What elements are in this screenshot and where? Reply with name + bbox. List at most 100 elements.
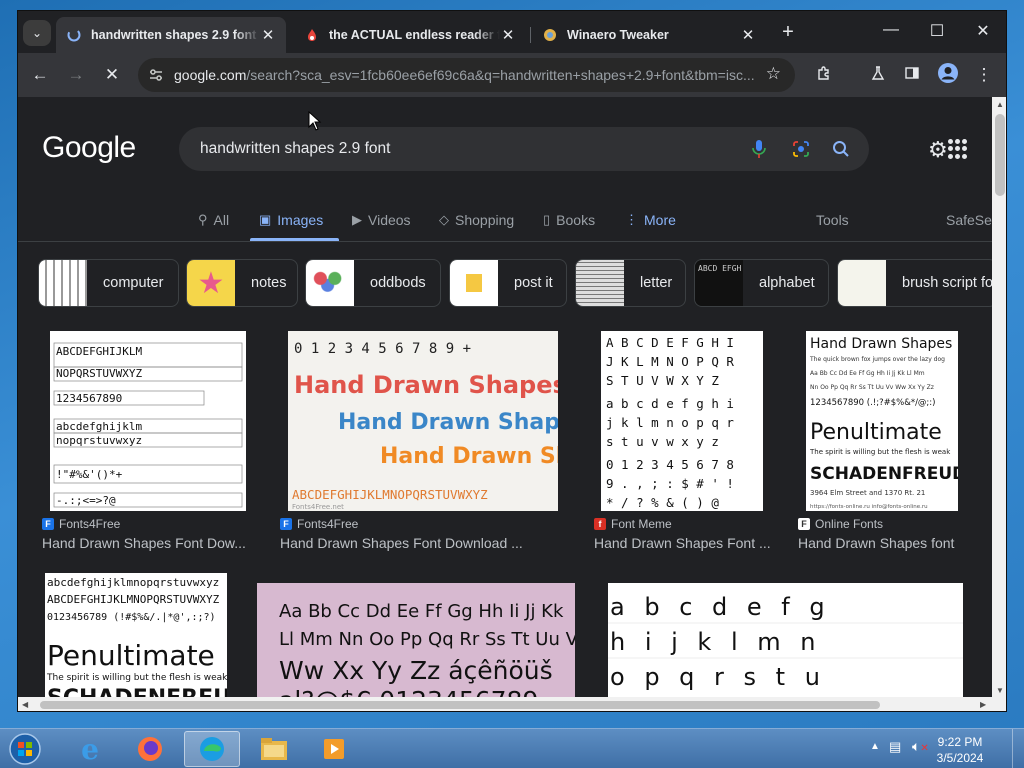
site-info-icon[interactable] xyxy=(146,65,166,85)
scrollbar-thumb[interactable] xyxy=(995,114,1005,196)
flask-icon xyxy=(870,65,886,86)
taskbar-firefox[interactable] xyxy=(122,731,178,767)
image-result[interactable]: abcdefghijklmnopqrstuvwxyz ABCDEFGHIJKLM… xyxy=(42,573,232,697)
chip-label: computer xyxy=(103,275,164,291)
close-tab-icon[interactable]: ✕ xyxy=(260,26,276,44)
horizontal-scrollbar[interactable]: ◀ ▶ xyxy=(18,697,1006,711)
lens-camera-icon[interactable] xyxy=(789,137,813,161)
taskbar-media-player[interactable] xyxy=(306,731,362,767)
specimen-line: https://fonts-online.ru info@fonts-onlin… xyxy=(810,504,928,510)
scroll-right-icon[interactable]: ▶ xyxy=(980,700,986,709)
glyph-row: 1234567890 xyxy=(56,392,122,405)
glyph-row: NOPQRSTUVWXYZ xyxy=(56,367,142,380)
labs-button[interactable] xyxy=(864,61,892,89)
tab-endless-reader[interactable]: the ACTUAL endless reader font ✕ xyxy=(294,17,526,53)
result-caption[interactable]: Hand Drawn Shapes Font ... xyxy=(594,535,774,551)
taskbar: e ▲ ▤ 🔈︎✕ 9:22 PM 3/5/2024 xyxy=(0,728,1024,768)
taskbar-edge[interactable] xyxy=(184,731,240,767)
vertical-scrollbar[interactable]: ▲ ▼ xyxy=(992,97,1006,697)
nav-videos[interactable]: ▶ Videos xyxy=(352,209,411,231)
scroll-left-icon[interactable]: ◀ xyxy=(22,700,28,709)
show-hidden-icons-icon[interactable]: ▲ xyxy=(870,741,880,752)
result-caption[interactable]: Hand Drawn Shapes Font Download ... xyxy=(280,535,550,551)
scrollbar-thumb[interactable] xyxy=(40,701,880,709)
image-result[interactable]: 0 1 2 3 4 5 6 7 8 9 + Hand Drawn Shapes … xyxy=(280,331,570,553)
tab-google-search[interactable]: handwritten shapes 2.9 font - Google Sea… xyxy=(56,17,286,53)
taskbar-explorer[interactable] xyxy=(246,731,302,767)
glyph-row: s t u v w x y z xyxy=(606,434,719,449)
nav-label: More xyxy=(644,212,676,228)
nav-shopping[interactable]: ◇ Shopping xyxy=(439,209,514,231)
google-apps-icon[interactable] xyxy=(948,139,968,159)
scroll-up-icon[interactable]: ▲ xyxy=(996,100,1004,109)
system-clock[interactable]: 9:22 PM 3/5/2024 xyxy=(936,734,984,766)
tab-title: the ACTUAL endless reader font xyxy=(329,28,500,42)
tab-search-button[interactable]: ⌄ xyxy=(23,20,51,46)
flame-icon xyxy=(304,27,320,43)
chip-oddbods[interactable]: oddbods xyxy=(305,259,441,307)
tab-winaero[interactable]: Winaero Tweaker ✕ xyxy=(532,17,766,53)
chip-thumbnail: ABCD EFGH IJKL MNOP xyxy=(695,260,743,306)
stop-loading-button[interactable]: ✕ xyxy=(98,61,126,89)
result-caption[interactable]: Hand Drawn Shapes Font Dow... xyxy=(42,535,250,551)
close-window-button[interactable]: ✕ xyxy=(960,21,1006,43)
glyph-grid-image: ABCDEFGHIJKLM NOPQRSTUVWXYZ 1234567890 a… xyxy=(53,342,243,508)
new-tab-button[interactable]: + xyxy=(776,21,800,45)
chip-brush-script[interactable]: brush script fo xyxy=(837,259,992,307)
nav-more[interactable]: ⋮ More xyxy=(625,209,676,231)
close-tab-icon[interactable]: ✕ xyxy=(740,26,756,44)
show-desktop-button[interactable] xyxy=(1012,729,1024,768)
browser-toolbar: ← → ✕ google.com/search?sca_esv=1fcb60ee… xyxy=(18,53,1006,97)
side-panel-button[interactable] xyxy=(898,61,926,89)
search-icon[interactable] xyxy=(829,137,853,161)
image-icon: ▣ xyxy=(259,212,272,227)
google-logo[interactable]: Google xyxy=(42,131,136,165)
search-box[interactable]: handwritten shapes 2.9 font xyxy=(179,127,869,171)
chip-alphabet[interactable]: ABCD EFGH IJKL MNOP alphabet xyxy=(694,259,829,307)
arrow-left-icon: ← xyxy=(31,65,49,84)
nav-safesearch[interactable]: SafeSe xyxy=(946,209,992,231)
start-button[interactable] xyxy=(0,731,50,767)
nav-images[interactable]: ▣ Images xyxy=(259,209,323,231)
image-result[interactable]: ABCDEFGHIJKLM NOPQRSTUVWXYZ 1234567890 a… xyxy=(42,331,256,553)
extensions-button[interactable] xyxy=(810,61,838,89)
chip-post-it[interactable]: post it xyxy=(449,259,567,307)
result-caption[interactable]: Hand Drawn Shapes font xyxy=(798,535,983,551)
glyph-row: j k l m n o p q r xyxy=(606,415,734,430)
profile-button[interactable] xyxy=(934,61,962,89)
minimize-button[interactable]: — xyxy=(868,21,914,43)
specimen-line: 0123456789 (!#$%&/.|*@',:;?) xyxy=(47,612,216,623)
result-thumbnail: 0 1 2 3 4 5 6 7 8 9 + Hand Drawn Shapes … xyxy=(288,331,558,511)
scroll-down-icon[interactable]: ▼ xyxy=(996,686,1004,695)
chip-notes[interactable]: ★ notes xyxy=(186,259,298,307)
preview-alphabet: ABCDEFGHIJKLMNOPQRSTUVWXYZ xyxy=(292,487,488,502)
clock-time: 9:22 PM xyxy=(937,735,983,749)
nav-tools[interactable]: Tools xyxy=(816,209,849,231)
close-tab-icon[interactable]: ✕ xyxy=(500,26,516,44)
menu-button[interactable]: ⋮ xyxy=(970,61,998,89)
result-thumbnail: Aa Bb Cc Dd Ee Ff Gg Hh Ii Jj Kk Ll Mm N… xyxy=(257,583,575,697)
address-bar[interactable]: google.com/search?sca_esv=1fcb60ee6ef69c… xyxy=(138,58,795,92)
volume-muted-icon[interactable]: 🔈︎✕ xyxy=(912,738,929,755)
maximize-button[interactable]: ☐ xyxy=(914,21,960,43)
nav-all[interactable]: ⚲ All xyxy=(198,209,229,231)
nav-books[interactable]: ▯ Books xyxy=(543,209,595,231)
network-icon[interactable]: ▤ xyxy=(889,739,901,755)
image-result[interactable]: Hand Drawn Shapes The quick brown fox ju… xyxy=(798,331,988,553)
glyph-row: a b c d e f g h i xyxy=(606,396,734,411)
back-button[interactable]: ← xyxy=(26,61,54,89)
image-result[interactable]: a b c d e f g h i j k l m n o p q r s t … xyxy=(601,583,969,697)
microphone-icon[interactable] xyxy=(747,137,771,161)
result-source: F Fonts4Free xyxy=(42,517,120,531)
image-result[interactable]: Aa Bb Cc Dd Ee Ff Gg Hh Ii Jj Kk Ll Mm N… xyxy=(257,583,577,697)
bookmark-star-icon[interactable]: ☆ xyxy=(766,64,781,84)
chip-thumbnail xyxy=(838,260,886,306)
forward-button[interactable]: → xyxy=(62,61,90,89)
settings-gear-icon[interactable]: ⚙ xyxy=(928,137,948,163)
chip-computer[interactable]: computer xyxy=(38,259,179,307)
taskbar-ie[interactable]: e xyxy=(62,731,118,767)
image-result[interactable]: A B C D E F G H I J K L M N O P Q R S T … xyxy=(594,331,784,553)
chip-label: brush script fo xyxy=(902,275,992,291)
chip-label: alphabet xyxy=(759,275,815,291)
chip-letter[interactable]: letter xyxy=(575,259,686,307)
